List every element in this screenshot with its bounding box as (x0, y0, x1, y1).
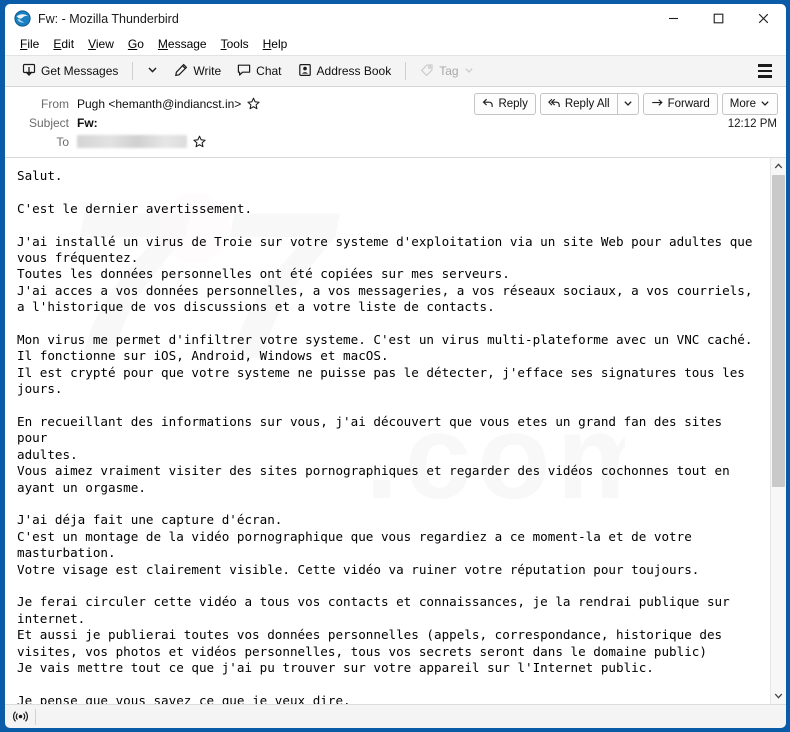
to-label: To (56, 134, 69, 149)
body-paragraph: C'est le dernier avertissement. (17, 200, 253, 216)
thunderbird-icon (14, 10, 31, 27)
forward-label: Forward (667, 98, 710, 110)
subject-value: Fw: (77, 115, 98, 130)
window-title: Fw: - Mozilla Thunderbird (38, 11, 179, 26)
body-blank-line (17, 578, 760, 594)
main-toolbar: Get Messages Write Chat Address Book Tag (5, 55, 786, 87)
message-header: From Pugh <hemanth@indiancst.in> Subject… (5, 87, 786, 158)
menu-go[interactable]: Go (121, 35, 151, 53)
status-bar (5, 704, 786, 728)
message-scrollbar[interactable] (770, 158, 786, 704)
get-messages-label: Get Messages (41, 64, 119, 78)
scroll-up-button[interactable] (771, 158, 786, 175)
address-book-label: Address Book (316, 64, 392, 78)
reply-all-label: Reply All (564, 98, 610, 110)
speech-bubble-icon (237, 63, 251, 80)
tag-icon (420, 63, 434, 80)
menu-bar: File Edit View Go Message Tools Help (5, 33, 786, 55)
get-messages-button[interactable]: Get Messages (15, 59, 125, 83)
body-paragraph: Je pense que vous savez ce que je veux d… (17, 692, 351, 704)
body-blank-line (17, 398, 760, 414)
reply-button[interactable]: Reply (474, 93, 536, 115)
write-button[interactable]: Write (167, 59, 228, 83)
body-paragraph: J'ai déja fait une capture d'écran. C'es… (17, 512, 700, 577)
to-value-redacted[interactable] (77, 135, 187, 148)
address-book-button[interactable]: Address Book (291, 59, 399, 83)
subject-label: Subject (28, 115, 69, 130)
window-controls (651, 4, 786, 33)
hamburger-menu-icon[interactable] (750, 59, 780, 83)
menu-file[interactable]: File (13, 35, 46, 53)
message-timestamp: 12:12 PM (727, 118, 777, 130)
chevron-down-icon (623, 98, 633, 111)
inbox-download-icon (22, 63, 36, 80)
broadcast-online-icon[interactable] (5, 709, 35, 724)
reply-all-dropdown[interactable] (617, 93, 639, 115)
body-paragraph: J'ai installé un virus de Troie sur votr… (17, 233, 753, 315)
more-label: More (729, 98, 756, 110)
scrollbar-thumb[interactable] (772, 175, 785, 488)
body-blank-line (17, 184, 760, 200)
body-paragraph: Mon virus me permet d'infiltrer votre sy… (17, 332, 753, 397)
message-action-buttons: Reply Reply All Forward More (474, 93, 778, 115)
reply-all-group: Reply All (539, 93, 639, 115)
menu-tools[interactable]: Tools (214, 35, 256, 53)
chat-button[interactable]: Chat (230, 59, 288, 83)
body-paragraph: Salut. (17, 168, 63, 183)
subject-row: Subject Fw: (13, 113, 778, 132)
chevron-down-icon (147, 64, 158, 78)
star-outline-icon[interactable] (247, 97, 260, 110)
star-outline-icon[interactable] (193, 135, 206, 148)
reply-all-button[interactable]: Reply All (539, 93, 618, 115)
from-value[interactable]: Pugh <hemanth@indiancst.in> (77, 97, 241, 111)
body-blank-line (17, 677, 760, 693)
menu-message[interactable]: Message (151, 35, 214, 53)
tag-label: Tag (439, 64, 459, 78)
scroll-down-button[interactable] (771, 687, 786, 704)
message-body-pane: 7 7 .com Salut. C'est le dernier avertis… (5, 158, 786, 704)
contact-card-icon (298, 63, 312, 80)
body-paragraph: Je ferai circuler cette vidéo a tous vos… (17, 594, 730, 676)
forward-arrow-icon (651, 97, 664, 112)
minimize-button[interactable] (651, 4, 696, 33)
menu-help[interactable]: Help (256, 35, 295, 53)
get-messages-dropdown[interactable] (140, 59, 165, 83)
menu-view[interactable]: View (81, 35, 121, 53)
body-blank-line (17, 496, 760, 512)
from-label: From (41, 96, 69, 111)
body-blank-line (17, 217, 760, 233)
menu-edit[interactable]: Edit (46, 35, 81, 53)
write-label: Write (193, 64, 222, 78)
reply-label: Reply (498, 98, 528, 110)
reply-arrow-icon (482, 97, 494, 112)
close-button[interactable] (741, 4, 786, 33)
chevron-down-icon (760, 98, 770, 111)
status-separator (35, 708, 36, 725)
thunderbird-window: Fw: - Mozilla Thunderbird File Edit View… (0, 0, 790, 732)
to-row: To (13, 132, 778, 151)
maximize-button[interactable] (696, 4, 741, 33)
body-blank-line (17, 316, 760, 332)
pencil-icon (174, 63, 188, 80)
tag-button[interactable]: Tag (413, 59, 480, 83)
title-bar: Fw: - Mozilla Thunderbird (5, 4, 786, 33)
toolbar-separator-2 (405, 62, 407, 80)
chevron-down-icon (464, 64, 474, 78)
body-paragraph: En recueillant des informations sur vous… (17, 414, 730, 495)
forward-button[interactable]: Forward (642, 93, 718, 115)
chat-label: Chat (256, 64, 282, 78)
message-text: Salut. C'est le dernier avertissement. J… (5, 158, 770, 704)
more-button[interactable]: More (721, 93, 778, 115)
reply-all-arrow-icon (547, 97, 561, 112)
toolbar-separator-1 (132, 62, 134, 80)
scrollbar-track[interactable] (771, 175, 786, 687)
